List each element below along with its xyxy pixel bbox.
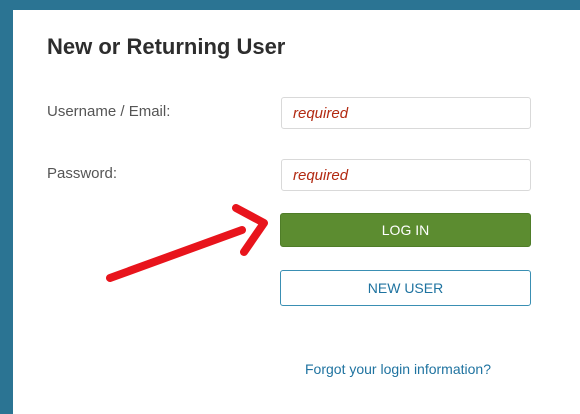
forgot-login-link[interactable]: Forgot your login information? bbox=[305, 360, 491, 378]
password-input[interactable] bbox=[281, 159, 531, 191]
username-input[interactable] bbox=[281, 97, 531, 129]
password-label: Password: bbox=[47, 165, 118, 182]
new-user-button[interactable]: NEW USER bbox=[280, 270, 531, 306]
page-title: New or Returning User bbox=[47, 34, 286, 59]
login-button[interactable]: LOG IN bbox=[280, 213, 531, 247]
username-label: Username / Email: bbox=[47, 103, 171, 120]
login-panel bbox=[13, 10, 580, 414]
